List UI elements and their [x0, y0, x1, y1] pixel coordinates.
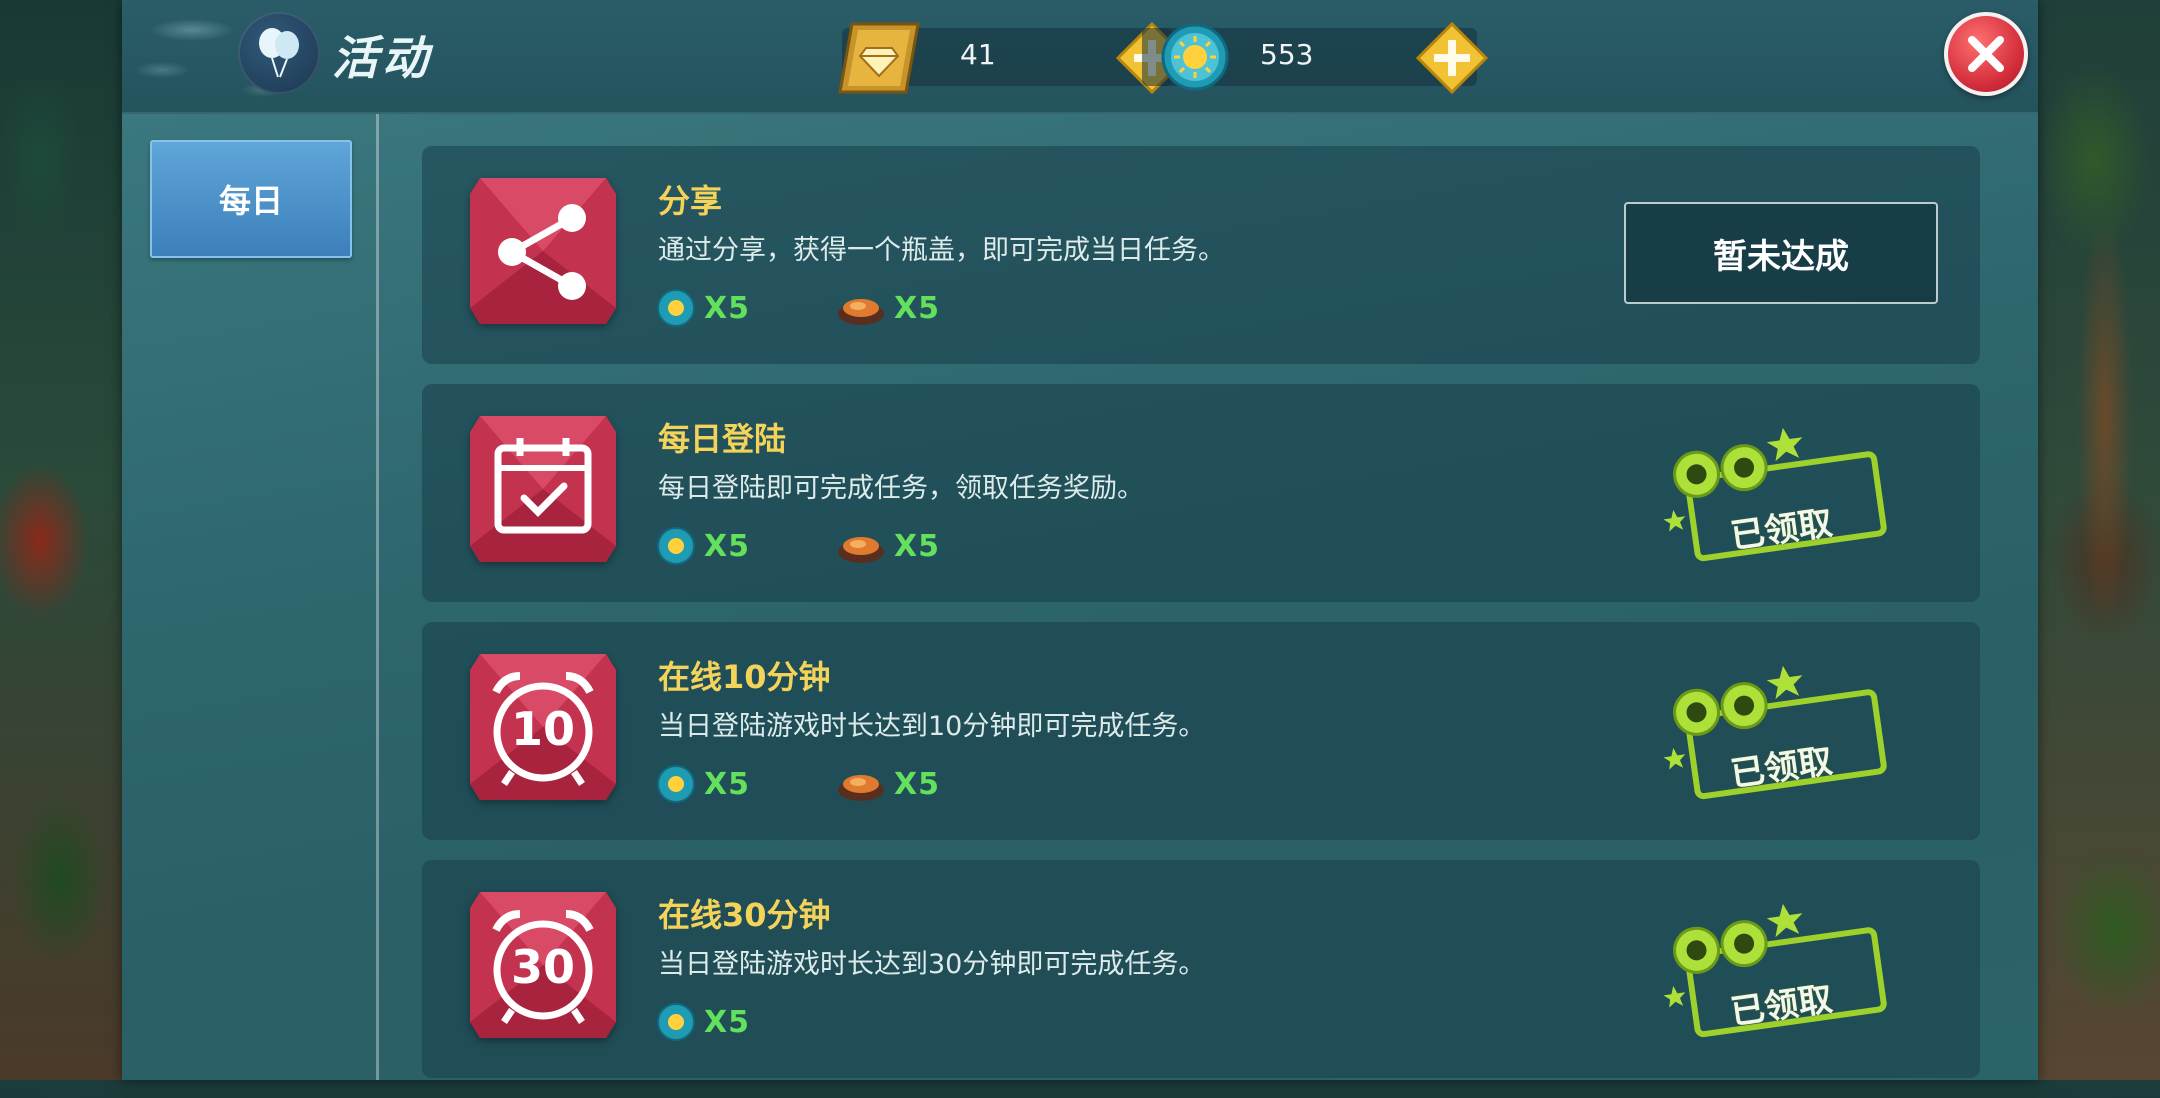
top-bar: 活动 41 553: [122, 0, 2038, 114]
task-description: 当日登陆游戏时长达到10分钟即可完成任务。: [658, 711, 1206, 742]
reward-count: X5: [704, 528, 751, 564]
task-daily-login: 每日登陆 每日登陆即可完成任务，领取任务奖励。 X5 X5 已领取: [422, 384, 1980, 602]
sidebar: 每日: [122, 114, 379, 1080]
claimed-stamp: 已领取: [1652, 662, 1892, 802]
sun-coin-icon: [1160, 22, 1230, 96]
clock-number: 10: [510, 702, 575, 756]
reward-food: X5: [836, 288, 940, 328]
reward-count: X5: [894, 528, 941, 564]
alarm-clock-icon: 10: [466, 650, 620, 804]
task-description: 每日登陆即可完成任务，领取任务奖励。: [658, 473, 1144, 504]
close-icon: [1968, 36, 2004, 72]
share-icon: [466, 174, 620, 328]
alarm-clock-icon: 30: [466, 888, 620, 1042]
task-share: 分享 通过分享，获得一个瓶盖，即可完成当日任务。 X5 X5 暂未达成: [422, 146, 1980, 364]
reward-count: X5: [704, 1004, 751, 1040]
sun-coin-icon: [657, 765, 695, 803]
background-scenery-right: [2035, 0, 2160, 1080]
background-scenery-left: [0, 0, 125, 1080]
task-title: 分享: [658, 182, 723, 220]
task-online-10min: 10 在线10分钟 当日登陆游戏时长达到10分钟即可完成任务。 X5 X5 已领…: [422, 622, 1980, 840]
task-list: 分享 通过分享，获得一个瓶盖，即可完成当日任务。 X5 X5 暂未达成 每日登陆…: [422, 146, 1980, 1098]
coin-value: 553: [1260, 38, 1314, 71]
reward-coins: X5: [656, 764, 750, 804]
sun-coin-icon: [657, 1003, 695, 1041]
food-plate-icon: [838, 537, 884, 563]
food-plate-icon: [838, 299, 884, 325]
not-achieved-button[interactable]: 暂未达成: [1624, 202, 1938, 304]
task-title: 每日登陆: [658, 420, 787, 458]
tab-daily[interactable]: 每日: [150, 140, 352, 258]
food-plate-icon: [838, 775, 884, 801]
reward-coins: X5: [656, 288, 750, 328]
balloon-icon: [238, 12, 320, 94]
reward-count: X5: [704, 766, 751, 802]
reward-food: X5: [836, 526, 940, 566]
task-online-30min: 30 在线30分钟 当日登陆游戏时长达到30分钟即可完成任务。 X5 已领取: [422, 860, 1980, 1078]
clock-number: 30: [510, 940, 575, 994]
claimed-stamp: 已领取: [1652, 900, 1892, 1040]
reward-coins: X5: [656, 1002, 750, 1042]
reward-count: X5: [894, 766, 941, 802]
sun-coin-icon: [657, 289, 695, 327]
diamond-value: 41: [960, 38, 996, 71]
activity-panel: 活动 41 553 每日 分享 通过分享，获得一个瓶盖，即可完成当日任务。 X5…: [122, 0, 2038, 1080]
diamond-card-icon: [834, 18, 924, 102]
calendar-check-icon: [466, 412, 620, 566]
diamond-counter: 41: [838, 21, 1189, 95]
sun-coin-icon: [657, 527, 695, 565]
close-button[interactable]: [1944, 12, 2028, 96]
claimed-stamp: 已领取: [1652, 424, 1892, 564]
add-coins-button[interactable]: [1414, 20, 1490, 96]
coin-counter: 553: [1142, 21, 1489, 95]
reward-coins: X5: [656, 526, 750, 566]
task-description: 通过分享，获得一个瓶盖，即可完成当日任务。: [658, 235, 1225, 266]
reward-count: X5: [704, 290, 751, 326]
reward-count: X5: [894, 290, 941, 326]
reward-food: X5: [836, 764, 940, 804]
page-title: 活动: [332, 31, 432, 85]
task-title: 在线30分钟: [658, 896, 831, 934]
task-description: 当日登陆游戏时长达到30分钟即可完成任务。: [658, 949, 1206, 980]
task-title: 在线10分钟: [658, 658, 831, 696]
